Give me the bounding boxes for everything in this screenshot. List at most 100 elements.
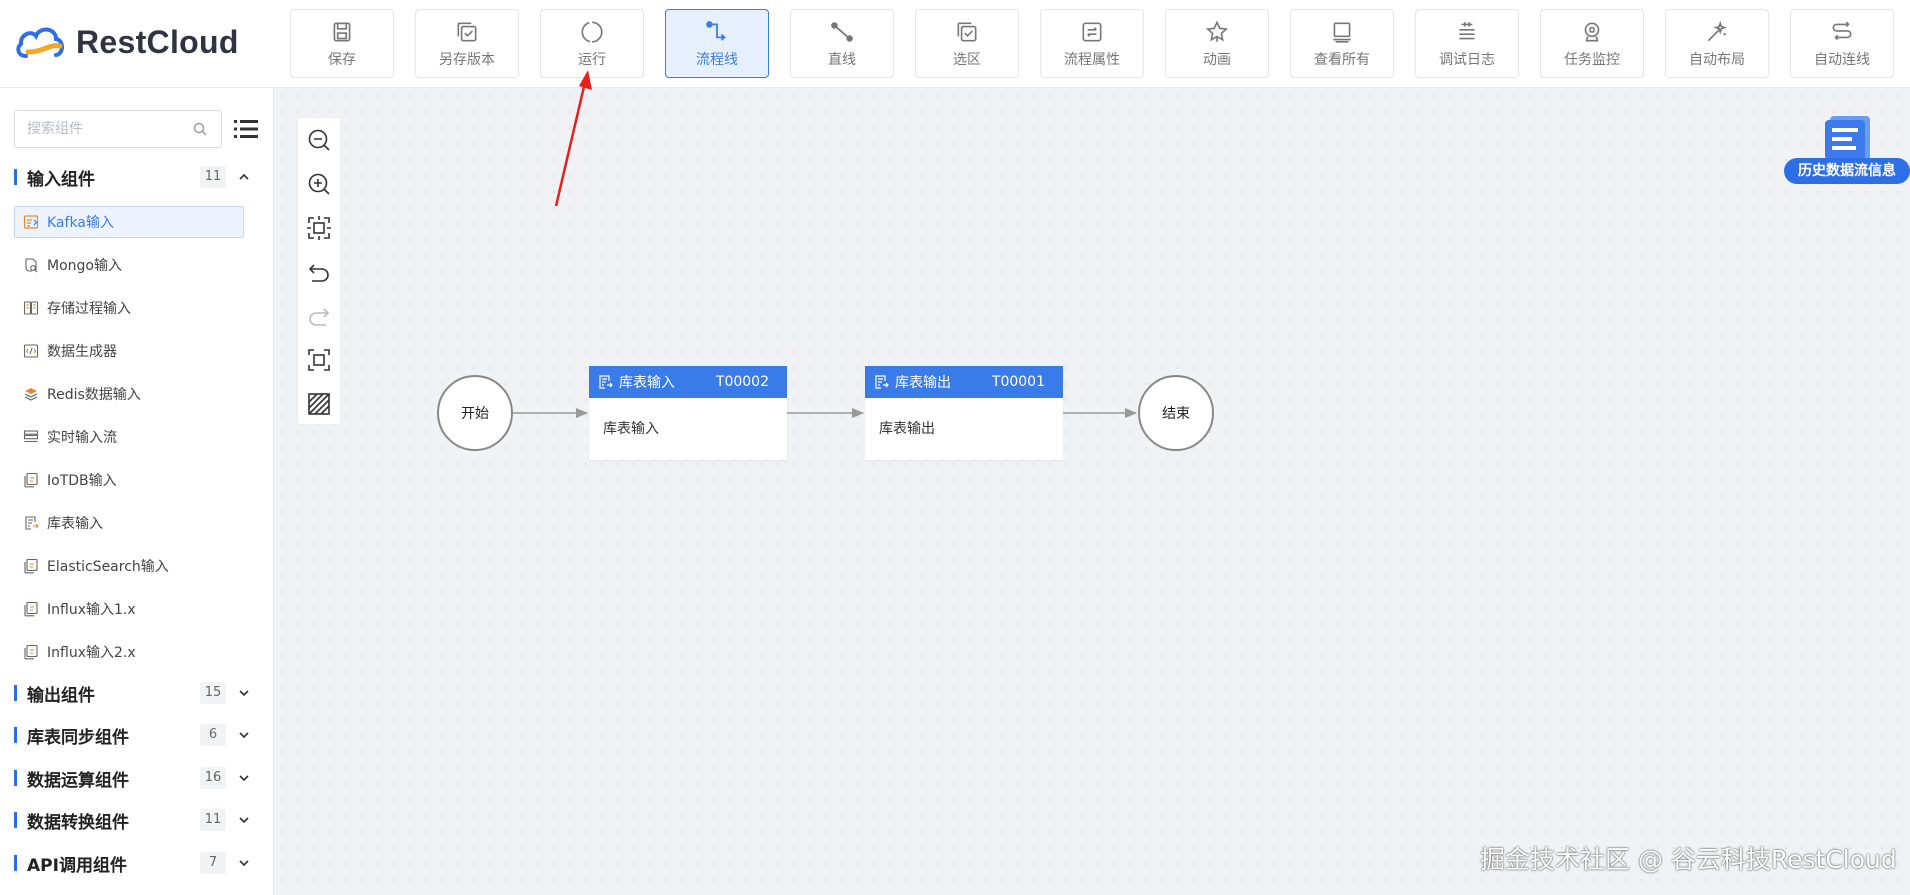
- flow-canvas[interactable]: 历史数据流信息 开始 库表输入 T00002 库表输入 库表输出 T00001 …: [274, 88, 1910, 895]
- auto-layout-button[interactable]: 自动布局: [1665, 9, 1769, 78]
- fit-view-icon[interactable]: [306, 215, 332, 241]
- canvas-tool-bar: [298, 118, 340, 424]
- logo: RestCloud: [14, 22, 239, 62]
- auto-connect-icon: [1832, 21, 1852, 40]
- undo-icon[interactable]: [306, 259, 332, 285]
- flow-properties-button[interactable]: 流程属性: [1040, 9, 1144, 78]
- group-transform-components[interactable]: 数据转换组件 11: [14, 805, 250, 835]
- group-title: 数据转换组件: [27, 812, 129, 833]
- table-input-icon: [25, 516, 39, 530]
- procedure-icon: [23, 301, 39, 315]
- group-marker: [14, 812, 17, 828]
- group-output-components[interactable]: 输出组件 15: [14, 678, 250, 708]
- group-input-components[interactable]: 输入组件 11: [14, 162, 250, 192]
- history-dataflow-button[interactable]: 历史数据流信息: [1784, 112, 1910, 188]
- task-monitor-button[interactable]: 任务监控: [1540, 9, 1644, 78]
- debug-log-label: 调试日志: [1439, 51, 1495, 68]
- chevron-up-icon: [239, 173, 249, 180]
- run-label: 运行: [578, 51, 606, 68]
- component-item-data-generator[interactable]: 数据生成器: [14, 335, 244, 367]
- influx-icon: [24, 601, 38, 617]
- group-count-badge: 16: [200, 767, 226, 789]
- component-label: 库表输入: [47, 516, 103, 532]
- mongo-icon: [25, 258, 38, 273]
- straight-line-button[interactable]: 直线: [790, 9, 894, 78]
- chevron-down-icon: [239, 860, 249, 867]
- selection-button[interactable]: 选区: [915, 9, 1019, 78]
- elasticsearch-icon: [24, 558, 38, 574]
- auto-connect-button[interactable]: 自动连线: [1790, 9, 1894, 78]
- group-count-badge: 11: [200, 809, 226, 831]
- start-node-label: 开始: [461, 406, 489, 422]
- debug-log-button[interactable]: 调试日志: [1415, 9, 1519, 78]
- search-input[interactable]: [14, 110, 222, 148]
- end-node[interactable]: 结束: [1138, 375, 1214, 451]
- kafka-icon: [23, 215, 39, 229]
- flow-line-label: 流程线: [696, 51, 738, 68]
- cloud-logo-icon: [16, 27, 64, 58]
- component-label: 存储过程输入: [47, 301, 131, 317]
- group-marker: [14, 727, 17, 743]
- component-label: 数据生成器: [47, 344, 117, 360]
- zoom-out-icon[interactable]: [306, 127, 332, 153]
- group-count-badge: 11: [200, 166, 226, 188]
- group-marker: [14, 855, 17, 871]
- auto-connect-label: 自动连线: [1814, 51, 1870, 68]
- group-api-components[interactable]: API调用组件 7: [14, 848, 250, 878]
- table-output-node[interactable]: 库表输出 T00001 库表输出: [865, 366, 1063, 460]
- app-header: RestCloud 保存 另存版本 运行 流程线 直线 选区 流程属性 动画 查…: [0, 0, 1910, 88]
- view-all-button[interactable]: 查看所有: [1290, 9, 1394, 78]
- component-label: 实时输入流: [47, 430, 117, 446]
- brand-name: RestCloud: [76, 23, 239, 60]
- component-item-kafka[interactable]: Kafka输入: [14, 206, 244, 238]
- animation-button[interactable]: 动画: [1165, 9, 1269, 78]
- chevron-down-icon: [239, 775, 249, 782]
- flow-line-button[interactable]: 流程线: [665, 9, 769, 78]
- group-marker: [14, 685, 17, 701]
- history-dataflow-label: 历史数据流信息: [1784, 158, 1910, 184]
- component-item-influx-2x[interactable]: Influx输入2.x: [14, 636, 244, 668]
- zoom-in-icon[interactable]: [306, 171, 332, 197]
- task-monitor-label: 任务监控: [1564, 51, 1620, 68]
- animation-label: 动画: [1203, 51, 1231, 68]
- view-all-label: 查看所有: [1314, 51, 1370, 68]
- search-icon[interactable]: [192, 121, 208, 137]
- flow-properties-icon: [1082, 22, 1102, 41]
- group-compute-components[interactable]: 数据运算组件 16: [14, 763, 250, 793]
- group-count-badge: 7: [200, 852, 226, 874]
- flow-properties-label: 流程属性: [1064, 51, 1120, 68]
- task-monitor-icon: [1584, 22, 1600, 41]
- table-input-icon: [599, 375, 613, 389]
- component-label: Influx输入2.x: [47, 645, 136, 661]
- component-item-redis[interactable]: Redis数据输入: [14, 378, 244, 410]
- component-item-table-input[interactable]: 库表输入: [14, 507, 244, 539]
- view-all-icon: [1333, 22, 1351, 43]
- node-title: 库表输出: [895, 375, 951, 391]
- redis-icon: [24, 388, 38, 401]
- redo-icon[interactable]: [306, 303, 332, 329]
- node-header: 库表输出 T00001: [865, 366, 1063, 398]
- table-input-node[interactable]: 库表输入 T00002 库表输入: [589, 366, 787, 460]
- node-id: T00001: [991, 374, 1045, 390]
- component-item-iotdb[interactable]: IoTDB输入: [14, 464, 244, 496]
- component-label: Influx输入1.x: [47, 602, 136, 618]
- start-node[interactable]: 开始: [437, 375, 513, 451]
- component-item-elasticsearch[interactable]: ElasticSearch输入: [14, 550, 244, 582]
- run-icon: [581, 20, 603, 43]
- fullscreen-icon[interactable]: [306, 347, 332, 373]
- list-view-icon[interactable]: [234, 118, 258, 140]
- component-item-procedure[interactable]: 存储过程输入: [14, 292, 244, 324]
- component-item-influx-1x[interactable]: Influx输入1.x: [14, 593, 244, 625]
- component-label: ElasticSearch输入: [47, 559, 169, 575]
- save-version-button[interactable]: 另存版本: [415, 9, 519, 78]
- group-title: 库表同步组件: [27, 727, 129, 748]
- group-table-sync-components[interactable]: 库表同步组件 6: [14, 720, 250, 750]
- selection-label: 选区: [953, 51, 981, 68]
- component-item-mongo[interactable]: Mongo输入: [14, 249, 244, 281]
- grid-pattern-icon[interactable]: [306, 391, 332, 417]
- run-button[interactable]: 运行: [540, 9, 644, 78]
- auto-layout-icon: [1707, 20, 1728, 41]
- component-item-realtime-stream[interactable]: 实时输入流: [14, 421, 244, 453]
- selection-icon: [957, 22, 977, 41]
- save-button[interactable]: 保存: [290, 9, 394, 78]
